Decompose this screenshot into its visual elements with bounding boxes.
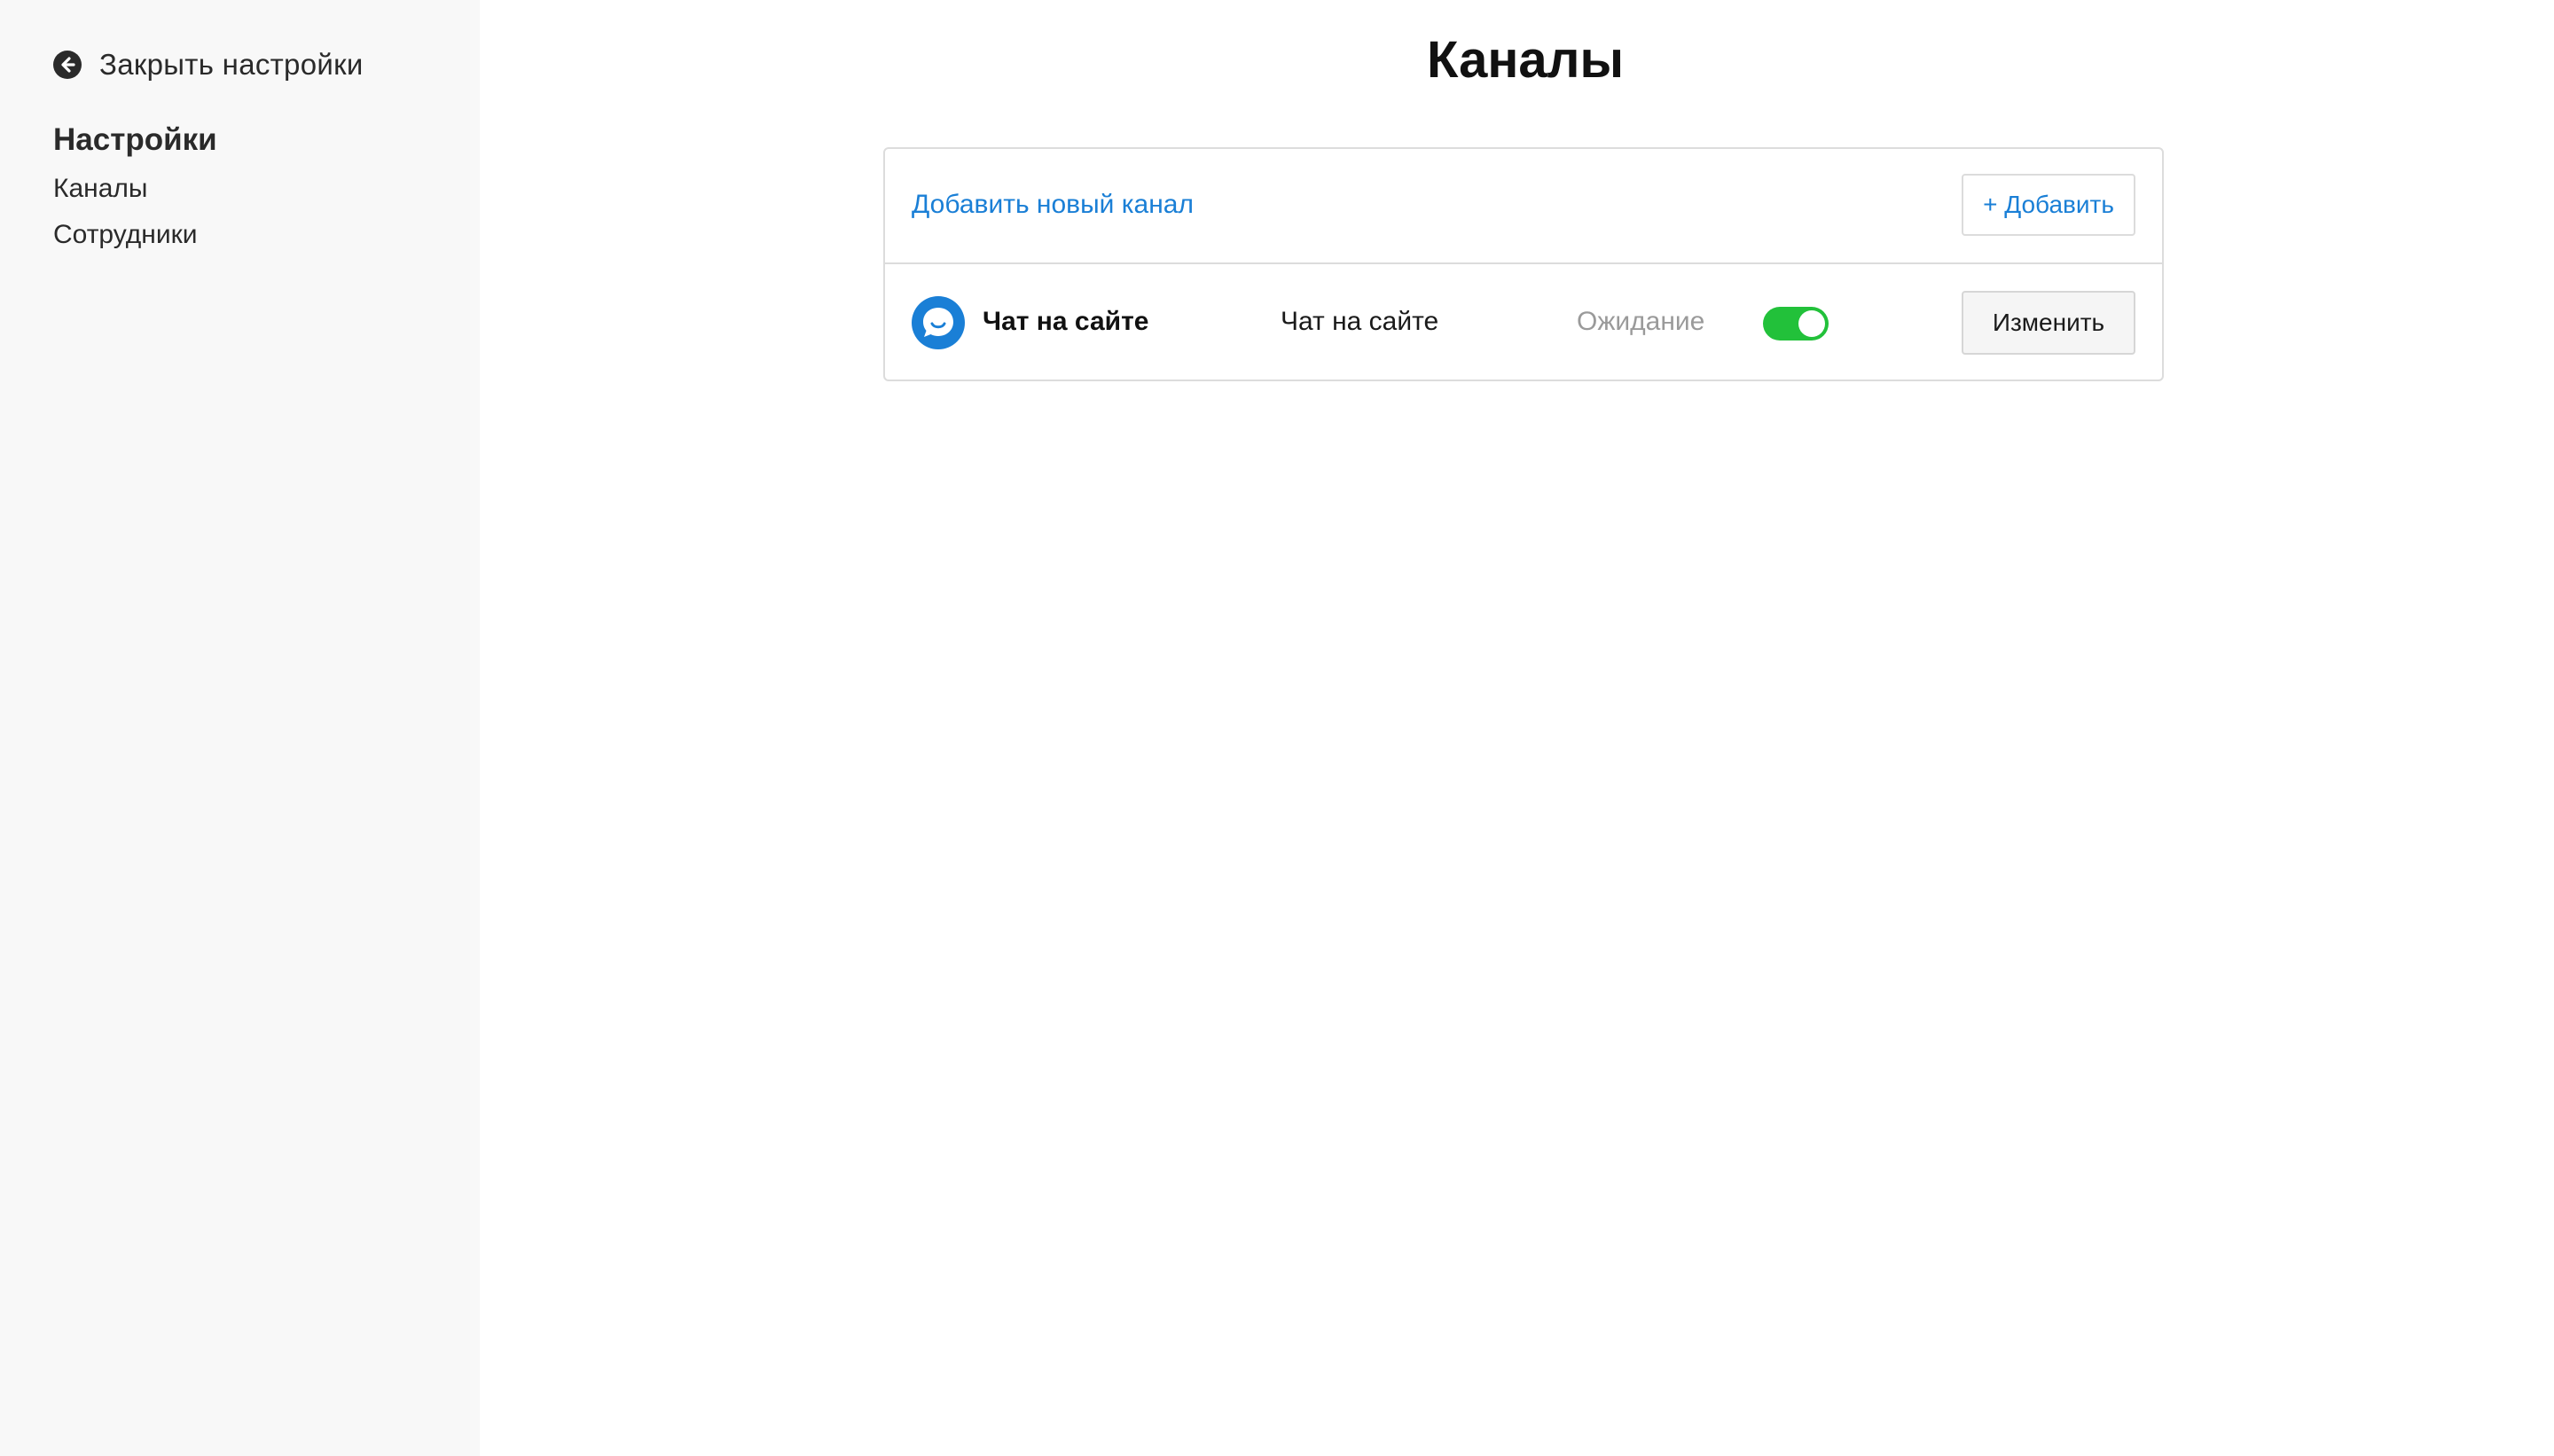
settings-sidebar: Закрыть настройки Настройки Каналы Сотру… — [0, 0, 480, 1456]
toggle-knob — [1798, 310, 1825, 337]
add-channel-button[interactable]: + Добавить — [1962, 174, 2135, 236]
settings-app: Закрыть настройки Настройки Каналы Сотру… — [0, 0, 2554, 1456]
arrow-left-circle-icon — [53, 51, 82, 79]
add-new-channel-link[interactable]: Добавить новый канал — [912, 190, 1194, 220]
close-settings-label: Закрыть настройки — [99, 48, 364, 81]
close-settings-button[interactable]: Закрыть настройки — [53, 48, 364, 82]
channel-name: Чат на сайте — [983, 307, 1149, 336]
channels-card: Добавить новый канал + Добавить Чат на с… — [883, 147, 2164, 381]
channel-enabled-toggle[interactable] — [1763, 307, 1829, 341]
page-title: Каналы — [1426, 31, 1625, 89]
sidebar-item-channels[interactable]: Каналы — [53, 174, 147, 204]
sidebar-item-staff[interactable]: Сотрудники — [53, 220, 198, 250]
settings-heading: Настройки — [53, 122, 217, 157]
channel-type: Чат на сайте — [1281, 307, 1439, 336]
edit-channel-button[interactable]: Изменить — [1962, 291, 2135, 355]
channel-status: Ожидание — [1577, 307, 1705, 336]
chat-bubble-icon — [912, 296, 965, 349]
channels-card-header: Добавить новый канал + Добавить — [885, 149, 2162, 264]
channel-row: Чат на сайте Чат на сайте Ожидание Измен… — [885, 264, 2162, 381]
